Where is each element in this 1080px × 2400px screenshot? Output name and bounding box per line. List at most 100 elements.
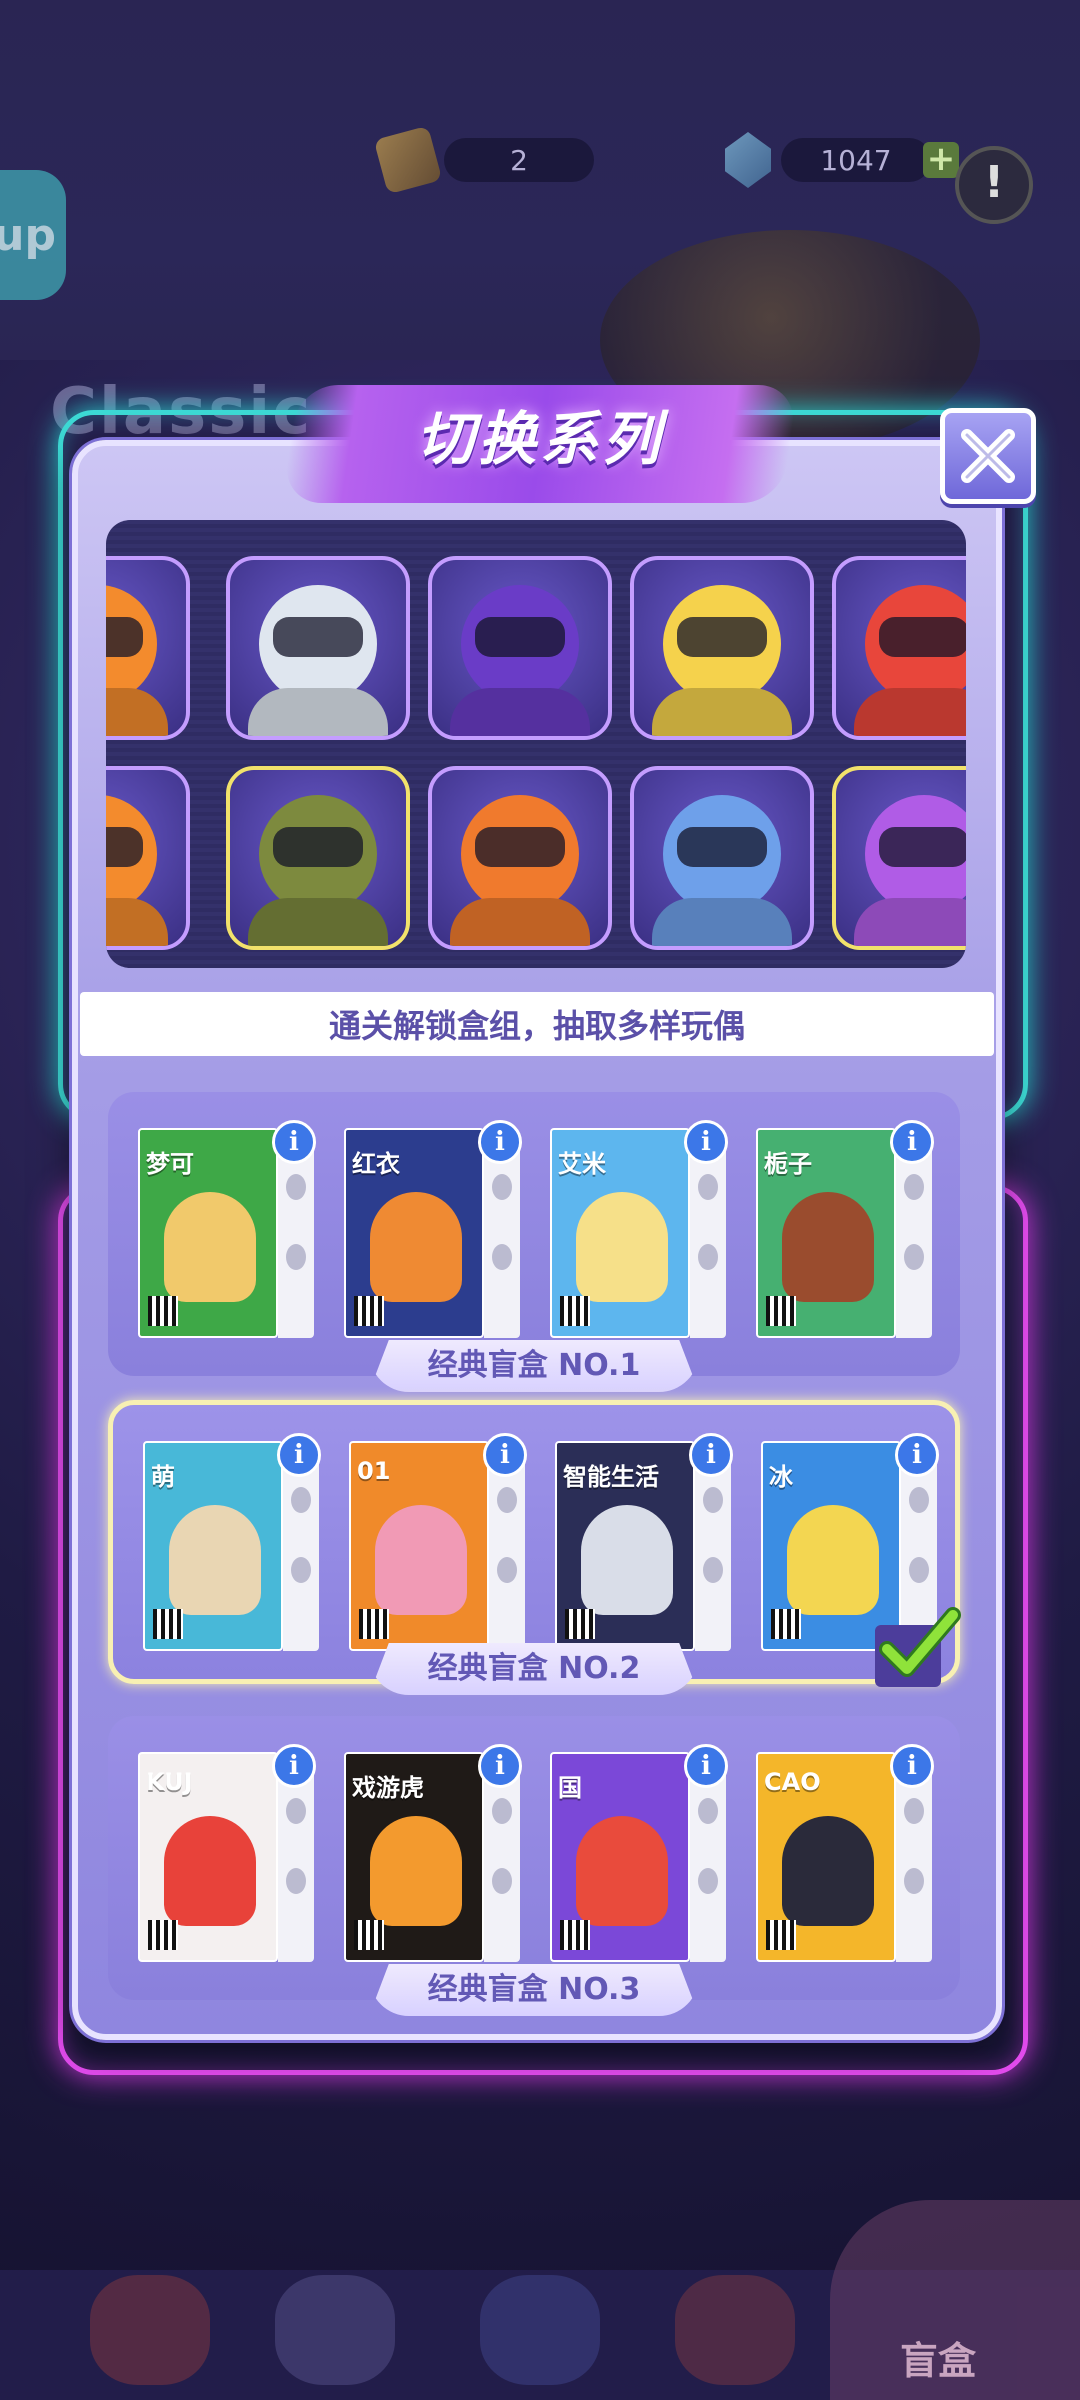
character-tile-robot-purple[interactable]: [428, 556, 612, 740]
figure-art: [169, 1505, 261, 1615]
series-card-1[interactable]: 梦可 i 红衣 i 艾米 i 栀子 i 经典盲盒 NO.1: [108, 1092, 960, 1392]
figure-art: [370, 1816, 462, 1926]
character-tile-blonde-hoodie-boy[interactable]: [630, 556, 814, 740]
character-face: [677, 827, 767, 868]
ticket-icon: [373, 125, 443, 195]
figure-art: [576, 1192, 668, 1302]
ticket-count: 2: [444, 138, 594, 182]
box-front: 栀子: [756, 1128, 896, 1338]
add-gems-button[interactable]: +: [923, 142, 959, 178]
info-icon[interactable]: i: [478, 1744, 522, 1788]
info-icon[interactable]: i: [272, 1744, 316, 1788]
qr-code: [148, 1920, 178, 1950]
qr-code: [560, 1920, 590, 1950]
nav-puzzle-icon[interactable]: [480, 2275, 600, 2385]
figure-art: [576, 1816, 668, 1926]
box-side: [278, 1758, 314, 1962]
box-front: 01: [349, 1441, 489, 1651]
qr-code: [153, 1609, 183, 1639]
close-button[interactable]: [940, 408, 1036, 504]
box-side: [489, 1447, 525, 1651]
dialog-title: 切换系列: [415, 405, 664, 473]
info-icon[interactable]: i: [895, 1433, 939, 1477]
help-button[interactable]: !: [955, 146, 1033, 224]
character-face: [273, 617, 363, 658]
character-tile-robot-white[interactable]: [226, 556, 410, 740]
blind-box: KUJ i: [138, 1744, 316, 1966]
box-brand-label: KUJ: [146, 1768, 193, 1796]
gem-icon: [725, 132, 771, 188]
character-tile-partial-character[interactable]: [106, 766, 190, 950]
nav-ring-icon[interactable]: [275, 2275, 395, 2385]
info-icon[interactable]: i: [478, 1120, 522, 1164]
close-icon: [961, 429, 1015, 483]
blind-box: CAO i: [756, 1744, 934, 1966]
character-body: [652, 688, 792, 736]
box-side: [278, 1134, 314, 1338]
character-body: [106, 898, 168, 946]
box-front: KUJ: [138, 1752, 278, 1962]
qr-code: [560, 1296, 590, 1326]
qr-code: [766, 1920, 796, 1950]
character-body: [450, 688, 590, 736]
box-brand-label: 冰: [769, 1463, 793, 1491]
figure-art: [782, 1816, 874, 1926]
character-face: [475, 617, 565, 658]
character-tile-purple-hair-girl[interactable]: [832, 766, 966, 950]
box-brand-label: 萌: [151, 1463, 175, 1491]
character-body: [854, 688, 966, 736]
info-icon[interactable]: i: [890, 1744, 934, 1788]
unlock-hint: 通关解锁盒组，抽取多样玩偶: [80, 992, 994, 1056]
box-front: 萌: [143, 1441, 283, 1651]
level-up-label: up: [0, 209, 56, 261]
character-tile-partial-character[interactable]: [106, 556, 190, 740]
info-icon[interactable]: i: [890, 1120, 934, 1164]
info-icon[interactable]: i: [272, 1120, 316, 1164]
info-icon[interactable]: i: [277, 1433, 321, 1477]
qr-code: [354, 1920, 384, 1950]
character-roster: [106, 520, 966, 968]
box-brand-label: 国: [558, 1774, 582, 1802]
box-brand-label: 梦可: [146, 1150, 194, 1178]
nav-claw-icon[interactable]: [90, 2275, 210, 2385]
level-up-button[interactable]: up: [0, 170, 66, 300]
blind-box: 红衣 i: [344, 1120, 522, 1342]
box-side: [690, 1758, 726, 1962]
character-tile-robot-green[interactable]: [226, 766, 410, 950]
box-brand-label: CAO: [764, 1768, 821, 1796]
character-face: [879, 827, 966, 868]
blind-box: 艾米 i: [550, 1120, 728, 1342]
character-face: [273, 827, 363, 868]
gem-counter: 1047 +: [725, 130, 959, 190]
info-icon[interactable]: i: [684, 1120, 728, 1164]
nav-blindbox-label: 盲盒: [900, 2339, 977, 2383]
character-face: [475, 827, 565, 868]
nav-trophy-icon[interactable]: [675, 2275, 795, 2385]
info-icon[interactable]: i: [689, 1433, 733, 1477]
character-tile-robot-orange[interactable]: [428, 766, 612, 950]
box-brand-label: 栀子: [764, 1150, 812, 1178]
character-tile-blue-hair-boy[interactable]: [630, 766, 814, 950]
blind-box: 栀子 i: [756, 1120, 934, 1342]
character-body: [450, 898, 590, 946]
series-card-3[interactable]: KUJ i 戏游虎 i 国 i CAO i 经典盲盒 NO.3: [108, 1716, 960, 2016]
character-tile-goggles-boy[interactable]: [832, 556, 966, 740]
character-body: [248, 898, 388, 946]
box-side: [695, 1447, 731, 1651]
blind-box: 国i: [550, 1744, 728, 1966]
blind-box: 01 i: [349, 1433, 527, 1655]
character-body: [652, 898, 792, 946]
figure-art: [164, 1192, 256, 1302]
box-side: [690, 1134, 726, 1338]
series-card-2[interactable]: 萌 i 01 i 智能生活 i 冰 i 经典盲盒 NO.2: [108, 1400, 961, 1695]
box-side: [484, 1134, 520, 1338]
qr-code: [771, 1609, 801, 1639]
figure-art: [375, 1505, 467, 1615]
figure-art: [581, 1505, 673, 1615]
info-icon[interactable]: i: [684, 1744, 728, 1788]
blind-box: 戏游虎 i: [344, 1744, 522, 1966]
box-brand-label: 智能生活: [563, 1463, 659, 1491]
info-icon[interactable]: i: [483, 1433, 527, 1477]
character-face: [677, 617, 767, 658]
figure-art: [782, 1192, 874, 1302]
